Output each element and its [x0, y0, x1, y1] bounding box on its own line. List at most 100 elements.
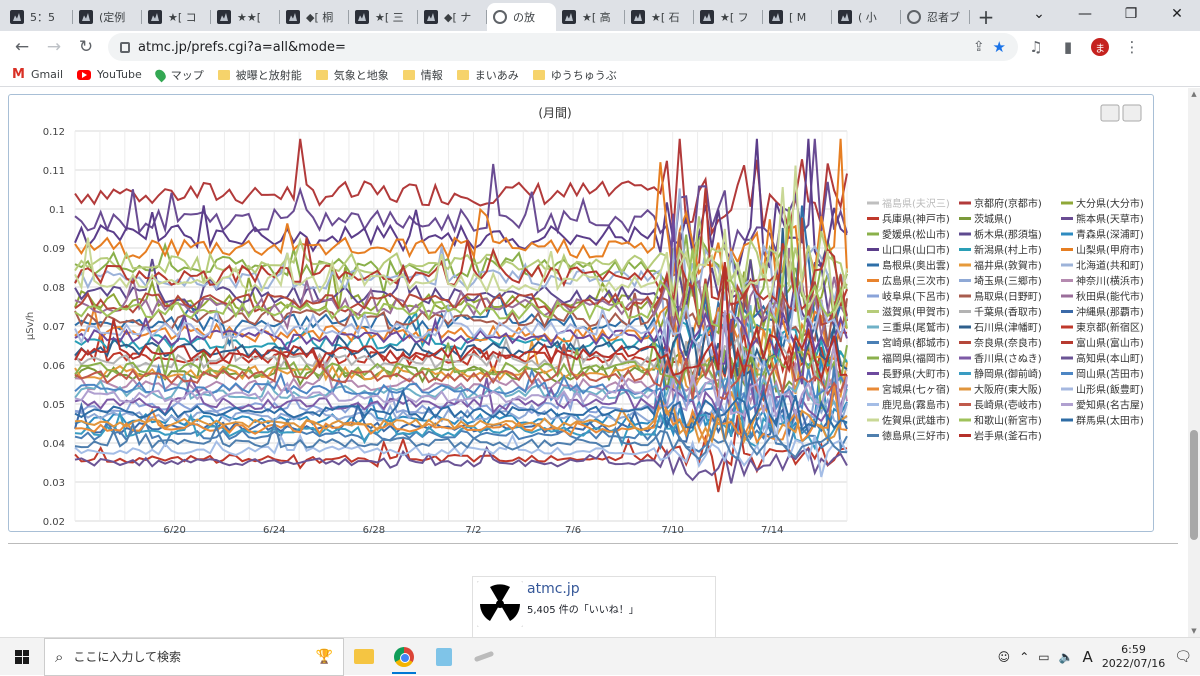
notification-icon[interactable]: 🗨 [1174, 649, 1192, 665]
legend-entry: 和歌山(新宮市) [974, 414, 1042, 427]
y-tick-label: 0.12 [43, 127, 65, 138]
site-icon [148, 10, 162, 24]
taskbar-chrome[interactable] [384, 638, 424, 676]
x-tick-label: 7/10 [661, 525, 683, 533]
tab-title: 忍者ブ [927, 11, 960, 24]
share-icon[interactable]: ⇪ [973, 39, 985, 55]
tab-title: ◆[ 桐 [306, 11, 334, 24]
bookmark-6[interactable]: まいあみ [456, 67, 519, 83]
legend-entry: 埼玉県(三郷市) [974, 275, 1042, 288]
tab-title: ◆[ ナ [444, 11, 472, 24]
site-icon [562, 10, 576, 24]
bookmark-label: 被曝と放射能 [235, 68, 302, 82]
bookmark-5[interactable]: 情報 [402, 67, 443, 83]
people-icon[interactable]: ☺ [998, 650, 1011, 664]
legend-entry: 静岡県(御前崎) [974, 368, 1042, 381]
media-icon[interactable]: ♫ [1022, 33, 1050, 61]
tab-7[interactable]: の放 [487, 3, 556, 31]
tab-10[interactable]: ★[ フ [694, 3, 763, 31]
url-text[interactable]: atmc.jp/prefs.cgi?a=all&mode= [138, 40, 965, 55]
bookmark-0[interactable]: M Gmail [12, 67, 63, 82]
y-tick-label: 0.04 [43, 439, 65, 450]
tab-8[interactable]: ★[ 高 [556, 3, 625, 31]
scroll-down-icon[interactable]: ▼ [1188, 625, 1200, 637]
x-tick-label: 7/14 [761, 525, 783, 533]
legend-entry: 秋田県(能代市) [1076, 290, 1144, 303]
clock[interactable]: 6:59 2022/07/16 [1102, 643, 1165, 671]
taskbar-notepad[interactable] [424, 638, 464, 676]
fb-page-title[interactable]: atmc.jp [527, 581, 580, 597]
widgets-icon[interactable]: 🏆 [316, 649, 333, 665]
scroll-up-icon[interactable]: ▲ [1188, 88, 1200, 100]
forward-icon[interactable]: → [40, 33, 68, 61]
notepad-icon [436, 647, 452, 666]
profile-button[interactable]: ま [1086, 33, 1114, 61]
bookmark-7[interactable]: ゆうちゅうぶ [532, 67, 617, 83]
legend-entry: 石川県(津幡町) [974, 321, 1042, 334]
pen-icon [473, 650, 495, 663]
new-tab-button[interactable]: + [970, 3, 1002, 31]
tab-title: 5：5 [30, 11, 55, 24]
tab-9[interactable]: ★[ 石 [625, 3, 694, 31]
tab-4[interactable]: ◆[ 桐 [280, 3, 349, 31]
menu-icon[interactable]: ⋮ [1118, 33, 1146, 61]
site-icon [286, 10, 300, 24]
minimize-icon[interactable]: — [1062, 0, 1108, 28]
address-bar[interactable]: atmc.jp/prefs.cgi?a=all&mode= ⇪ ★ [108, 33, 1018, 61]
bookmark-star-icon[interactable]: ★ [993, 38, 1006, 56]
legend-entry: 鳥取県(日野町) [974, 290, 1042, 303]
tab-1[interactable]: (定例 [73, 3, 142, 31]
tab-12[interactable]: ( 小 [832, 3, 901, 31]
network-icon[interactable]: ▭ [1038, 650, 1049, 664]
tab-6[interactable]: ◆[ ナ [418, 3, 487, 31]
print-icon[interactable] [1100, 104, 1120, 122]
legend-entry: 徳島県(三好市) [882, 430, 950, 443]
side-panel-icon[interactable]: ▮ [1054, 33, 1082, 61]
vertical-scrollbar[interactable]: ▲ ▼ [1188, 88, 1200, 637]
legend-entry: 福井県(敦賀市) [974, 259, 1042, 272]
bookmark-1[interactable]: YouTube [77, 68, 142, 81]
tab-0[interactable]: 5：5 [4, 3, 73, 31]
bookmark-label: マップ [170, 68, 204, 82]
restore-icon[interactable]: ❐ [1108, 0, 1154, 28]
scroll-thumb[interactable] [1190, 430, 1198, 540]
legend-entry: 兵庫県(神戸市) [882, 213, 950, 226]
y-tick-label: 0.1 [49, 205, 65, 216]
ime-indicator[interactable]: A [1083, 648, 1093, 666]
close-icon[interactable]: ✕ [1154, 0, 1200, 28]
reload-icon[interactable]: ↻ [72, 33, 100, 61]
lock-icon[interactable] [120, 41, 130, 53]
bookmark-2[interactable]: マップ [152, 67, 204, 83]
site-icon [355, 10, 369, 24]
bookmark-3[interactable]: 被曝と放射能 [217, 67, 302, 83]
tab-2[interactable]: ★[ コ [142, 3, 211, 31]
legend-entry: 京都府(京都市) [974, 197, 1042, 210]
site-icon [424, 10, 438, 24]
tab-search-icon[interactable]: ⌄ [1016, 0, 1062, 28]
tab-3[interactable]: ★★[ [211, 3, 280, 31]
volume-icon[interactable]: 🔈 [1059, 650, 1074, 664]
site-icon [769, 10, 783, 24]
chrome-icon [394, 646, 414, 667]
search-placeholder: ここに入力して検索 [73, 650, 182, 664]
tab-title: [ M [789, 10, 807, 24]
tab-13[interactable]: 忍者ブ [901, 3, 970, 31]
legend-entry: 福岡県(福岡市) [882, 352, 950, 365]
back-icon[interactable]: ← [8, 33, 36, 61]
taskbar-search[interactable]: ⌕ ここに入力して検索 🏆 [44, 637, 344, 676]
legend-entry: 広島県(三次市) [882, 275, 950, 288]
legend-entry: 東京都(新宿区) [1076, 321, 1144, 334]
taskbar-app[interactable] [464, 638, 504, 676]
tab-5[interactable]: ★[ 三 [349, 3, 418, 31]
legend-entry: 長崎県(壱岐市) [974, 399, 1042, 412]
tab-11[interactable]: [ M [763, 3, 832, 31]
site-icon [79, 10, 93, 24]
start-button[interactable] [0, 638, 44, 676]
taskbar-explorer[interactable] [344, 638, 384, 676]
download-icon[interactable] [1122, 104, 1142, 122]
chevron-up-icon[interactable]: ⌃ [1019, 650, 1029, 664]
legend-entry: 青森県(深浦町) [1076, 228, 1144, 241]
bookmark-4[interactable]: 気象と地象 [315, 67, 389, 83]
radiation-logo-icon[interactable] [477, 581, 523, 627]
legend-entry: 富山県(富山市) [1076, 337, 1144, 350]
